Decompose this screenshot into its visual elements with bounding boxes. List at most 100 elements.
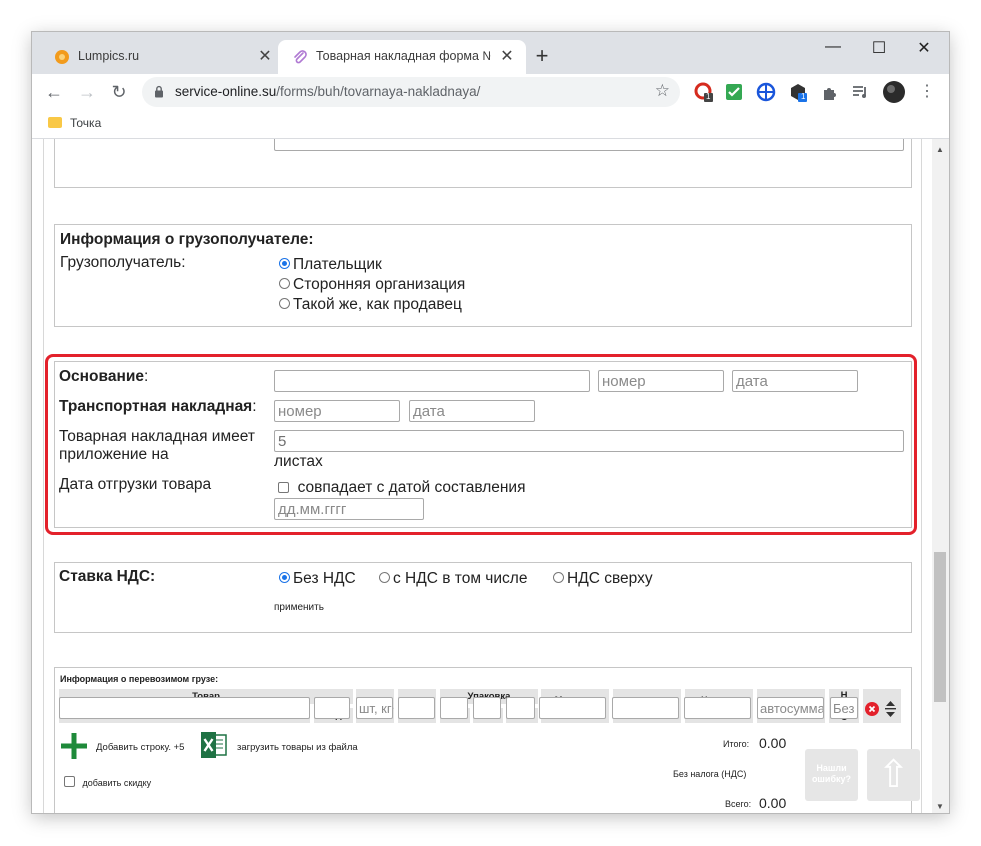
consignee-option-third-party[interactable]: Сторонняя организация	[279, 276, 465, 294]
bookmark-star-icon[interactable]: ☆	[655, 81, 670, 101]
radio-button[interactable]	[279, 572, 290, 583]
report-error-button[interactable]: Нашли ошибку?	[805, 749, 858, 801]
lock-icon	[155, 85, 163, 98]
paperclip-icon	[294, 50, 307, 64]
avatar[interactable]	[882, 80, 906, 104]
shipment-date-input[interactable]: дд.мм.гггг	[274, 498, 424, 520]
bookmark-item[interactable]: Точка	[48, 116, 101, 130]
vat-option-none[interactable]: Без НДС	[279, 570, 356, 588]
scroll-up-button[interactable]: ⇧	[867, 749, 920, 801]
item-pkg-places-input[interactable]	[506, 697, 535, 719]
folder-icon	[48, 117, 62, 128]
globe-extension-icon[interactable]	[756, 82, 776, 102]
lumpics-orange-circle-icon	[55, 50, 69, 64]
item-price-input[interactable]	[684, 697, 751, 719]
close-window-button[interactable]: ✕	[909, 38, 939, 58]
add-row-link[interactable]: Добавить строку. +5	[96, 742, 184, 753]
tab-title: Lumpics.ru	[78, 49, 140, 63]
scrollbar-thumb[interactable]	[934, 552, 946, 702]
transport-date-input[interactable]: дата	[409, 400, 535, 422]
extension-badge: 1	[706, 92, 711, 101]
item-qty-input[interactable]	[612, 697, 679, 719]
item-unit-input[interactable]: шт, кг	[356, 697, 393, 719]
excel-file-icon[interactable]	[201, 732, 227, 758]
item-code-input[interactable]	[314, 697, 350, 719]
opera-extension-icon[interactable]	[694, 82, 714, 102]
cargo-heading: Информация о перевозимом грузе:	[60, 674, 219, 684]
media-control-icon[interactable]	[850, 82, 870, 102]
checkmark-extension-icon[interactable]	[724, 82, 744, 102]
browser-window: Lumpics.ru ✕ Товарная накладная форма № …	[32, 32, 949, 813]
page-content: Информация о грузополучателе: Грузополуч…	[32, 139, 932, 813]
browser-toolbar: ← → ↻ service-online.su/forms/buh/tovarn…	[32, 74, 949, 110]
consignee-option-payer[interactable]: Плательщик	[279, 256, 382, 274]
bookmarks-bar: Точка	[32, 110, 949, 139]
scroll-up-arrow-icon[interactable]: ▲	[936, 145, 944, 154]
basis-label: Основание:	[59, 368, 149, 385]
grand-total-label: Всего:	[725, 799, 752, 809]
tab-title: Товарная накладная форма №	[316, 49, 491, 63]
apply-link[interactable]: применить	[274, 602, 324, 613]
item-okei-input[interactable]	[398, 697, 435, 719]
new-tab-button[interactable]: +	[532, 43, 552, 69]
total-label: Итого:	[723, 739, 750, 749]
vat-option-included[interactable]: с НДС в том числе	[379, 570, 527, 588]
consignee-option-same-as-seller[interactable]: Такой же, как продавец	[279, 296, 462, 314]
same-date-option[interactable]: совпадает с датой составления	[278, 479, 525, 497]
tab-invoice-form[interactable]: Товарная накладная форма № ✕	[278, 40, 526, 74]
radio-button[interactable]	[279, 278, 290, 289]
item-vat-input[interactable]: Без	[830, 697, 858, 719]
attachment-label-line2: приложение на	[59, 446, 169, 463]
attachment-label-line1: Товарная накладная имеет	[59, 428, 255, 445]
extension-badge: 1	[801, 92, 806, 101]
puzzle-extensions-icon[interactable]	[820, 82, 840, 102]
radio-button[interactable]	[553, 572, 564, 583]
previous-input[interactable]	[274, 139, 904, 151]
checkbox[interactable]	[278, 482, 289, 493]
page-border	[43, 139, 44, 813]
grand-total-value: 0.00	[759, 795, 787, 811]
scrollbar[interactable]: ▲ ▼	[932, 139, 949, 813]
back-arrow-icon[interactable]: ←	[43, 82, 65, 102]
reload-icon[interactable]: ↻	[108, 82, 130, 102]
basis-number-input[interactable]: номер	[598, 370, 724, 392]
basis-document-input[interactable]	[274, 370, 590, 392]
no-tax-label: Без налога (НДС)	[673, 769, 747, 779]
maximize-button[interactable]: ☐	[864, 38, 894, 58]
url-path: /forms/buh/tovarnaya-nakladnaya/	[276, 84, 481, 99]
url-text: service-online.su/forms/buh/tovarnaya-na…	[175, 84, 480, 99]
forward-arrow-icon[interactable]: →	[76, 82, 98, 102]
tab-strip: Lumpics.ru ✕ Товарная накладная форма № …	[32, 32, 949, 74]
item-sum-input[interactable]: автосумма	[757, 697, 824, 719]
radio-button[interactable]	[279, 298, 290, 309]
checkbox[interactable]	[64, 776, 75, 787]
consignee-label: Грузополучатель:	[60, 254, 186, 271]
consignee-heading: Информация о грузополучателе:	[60, 231, 314, 248]
attachment-sheets-input[interactable]: 5	[274, 430, 904, 452]
vat-heading: Ставка НДС:	[59, 568, 156, 585]
tab-lumpics[interactable]: Lumpics.ru ✕	[40, 40, 284, 74]
add-row-plus-icon[interactable]	[61, 733, 87, 759]
radio-button[interactable]	[379, 572, 390, 583]
address-bar[interactable]: service-online.su/forms/buh/tovarnaya-na…	[142, 77, 680, 107]
page-border	[921, 139, 922, 813]
close-tab-icon[interactable]: ✕	[498, 46, 516, 66]
discount-option[interactable]: добавить скидку	[64, 776, 151, 788]
item-pkg-type-input[interactable]	[440, 697, 468, 719]
scroll-down-arrow-icon[interactable]: ▼	[936, 802, 944, 811]
load-file-link[interactable]: загрузить товары из файла	[237, 742, 358, 753]
shipment-date-label: Дата отгрузки товара	[59, 476, 212, 493]
delete-row-icon[interactable]	[865, 702, 879, 716]
transport-number-input[interactable]: номер	[274, 400, 400, 422]
item-name-input[interactable]	[59, 697, 310, 719]
move-row-icon[interactable]	[884, 700, 897, 718]
basis-date-input[interactable]: дата	[732, 370, 858, 392]
close-tab-icon[interactable]: ✕	[256, 46, 274, 66]
item-mass-input[interactable]	[539, 697, 606, 719]
item-pkg-qty-input[interactable]	[473, 697, 501, 719]
menu-dots-icon[interactable]: ⋮	[916, 82, 938, 102]
radio-button[interactable]	[279, 258, 290, 269]
minimize-button[interactable]: —	[818, 38, 848, 56]
bookmark-label: Точка	[70, 116, 102, 130]
vat-option-on-top[interactable]: НДС сверху	[553, 570, 653, 588]
